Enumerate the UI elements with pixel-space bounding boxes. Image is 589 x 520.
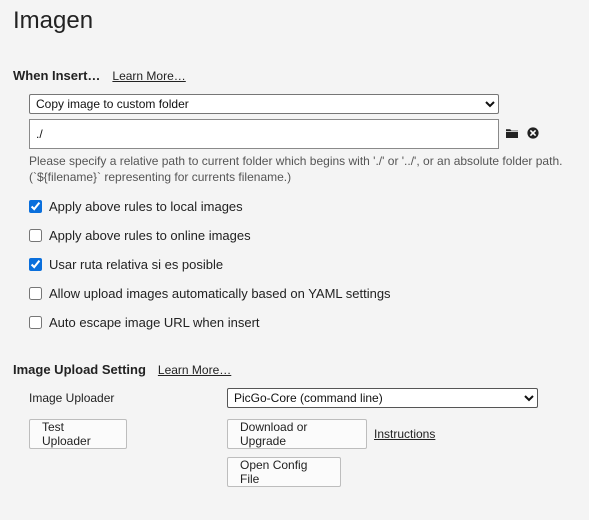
local-images-checkbox[interactable]	[29, 200, 42, 213]
test-uploader-button[interactable]: Test Uploader	[29, 419, 127, 449]
page-title: Imagen	[13, 7, 94, 34]
option-label: Usar ruta relativa si es posible	[49, 257, 224, 272]
path-hint-text: Please specify a relative path to curren…	[29, 154, 563, 184]
online-images-checkbox[interactable]	[29, 229, 42, 242]
image-uploader-select[interactable]: PicGo-Core (command line)	[227, 388, 538, 408]
auto-escape-checkbox[interactable]	[29, 316, 42, 329]
upload-learn-more-link[interactable]: Learn More…	[158, 363, 231, 377]
option-yaml-upload[interactable]: Allow upload images automatically based …	[29, 286, 391, 301]
image-uploader-label: Image Uploader	[29, 391, 115, 405]
option-local-images[interactable]: Apply above rules to local images	[29, 199, 243, 214]
option-label: Apply above rules to online images	[49, 228, 251, 243]
option-online-images[interactable]: Apply above rules to online images	[29, 228, 251, 243]
option-label: Allow upload images automatically based …	[49, 286, 391, 301]
when-insert-title: When Insert…	[13, 68, 101, 83]
yaml-upload-checkbox[interactable]	[29, 287, 42, 300]
when-insert-learn-more-link[interactable]: Learn More…	[112, 69, 185, 83]
folder-icon[interactable]	[505, 126, 519, 140]
image-folder-path-input[interactable]	[29, 119, 499, 149]
when-insert-header: When Insert… Learn More…	[13, 68, 186, 83]
option-label: Auto escape image URL when insert	[49, 315, 260, 330]
download-upgrade-button[interactable]: Download or Upgrade	[227, 419, 367, 449]
option-label: Apply above rules to local images	[49, 199, 243, 214]
open-config-file-button[interactable]: Open Config File	[227, 457, 341, 487]
option-auto-escape[interactable]: Auto escape image URL when insert	[29, 315, 260, 330]
instructions-link[interactable]: Instructions	[374, 427, 435, 441]
option-relative-path[interactable]: Usar ruta relativa si es posible	[29, 257, 223, 272]
upload-setting-header: Image Upload Setting Learn More…	[13, 362, 231, 377]
clear-circle-icon[interactable]	[526, 126, 540, 140]
insert-mode-select[interactable]: Copy image to custom folder	[29, 94, 499, 114]
relative-path-checkbox[interactable]	[29, 258, 42, 271]
upload-setting-title: Image Upload Setting	[13, 362, 146, 377]
